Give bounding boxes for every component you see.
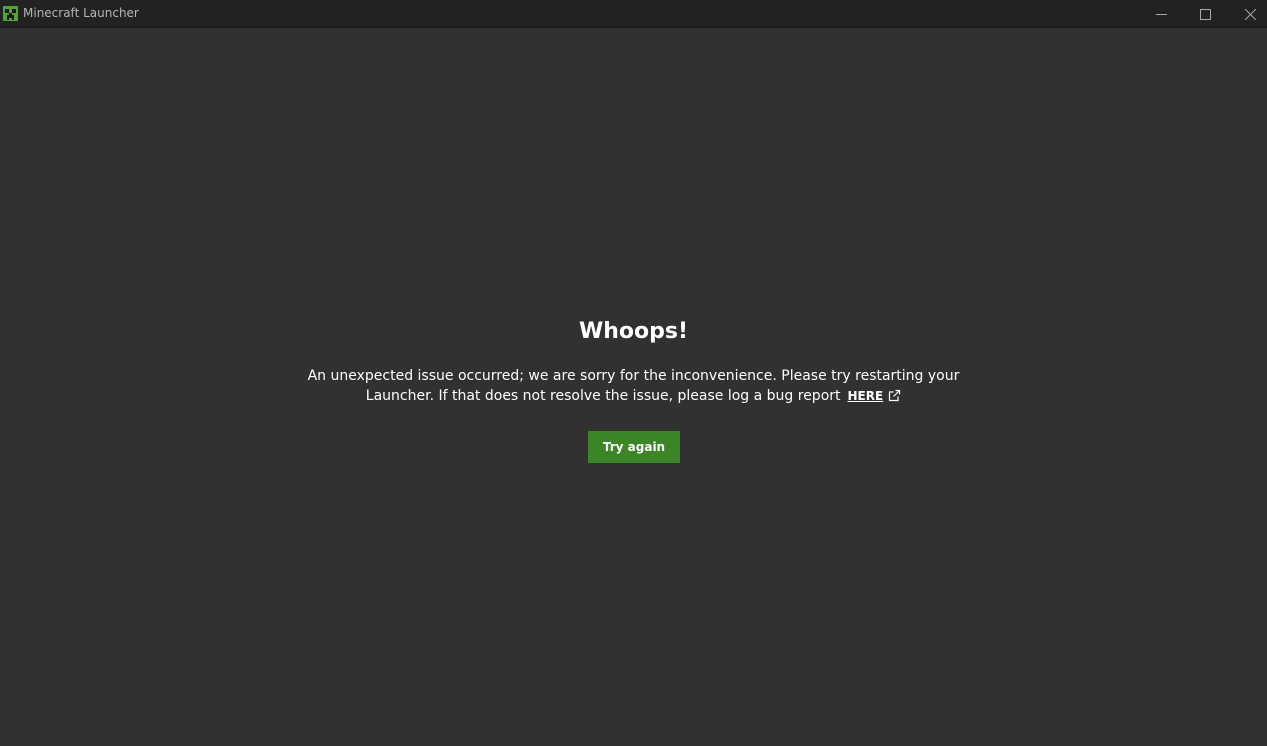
minimize-button[interactable]	[1138, 0, 1184, 28]
bug-report-link[interactable]: HERE	[848, 386, 902, 408]
external-link-icon	[888, 388, 901, 408]
maximize-icon	[1199, 8, 1211, 20]
close-button[interactable]	[1227, 0, 1267, 28]
title-bar[interactable]: Minecraft Launcher	[0, 0, 1267, 28]
minimize-icon	[1155, 9, 1167, 20]
close-icon	[1244, 8, 1256, 20]
error-heading: Whoops!	[578, 319, 689, 344]
error-screen: Whoops! An unexpected issue occurred; we…	[0, 29, 1267, 746]
bug-report-link-label: HERE	[847, 389, 884, 403]
maximize-button[interactable]	[1182, 0, 1228, 28]
creeper-icon	[3, 6, 18, 21]
try-again-button[interactable]: Try again	[588, 431, 680, 463]
launcher-window: Minecraft Launcher Whoops! An unexpected…	[0, 0, 1267, 746]
window-title: Minecraft Launcher	[23, 6, 139, 20]
error-message: An unexpected issue occurred; we are sor…	[283, 366, 984, 408]
